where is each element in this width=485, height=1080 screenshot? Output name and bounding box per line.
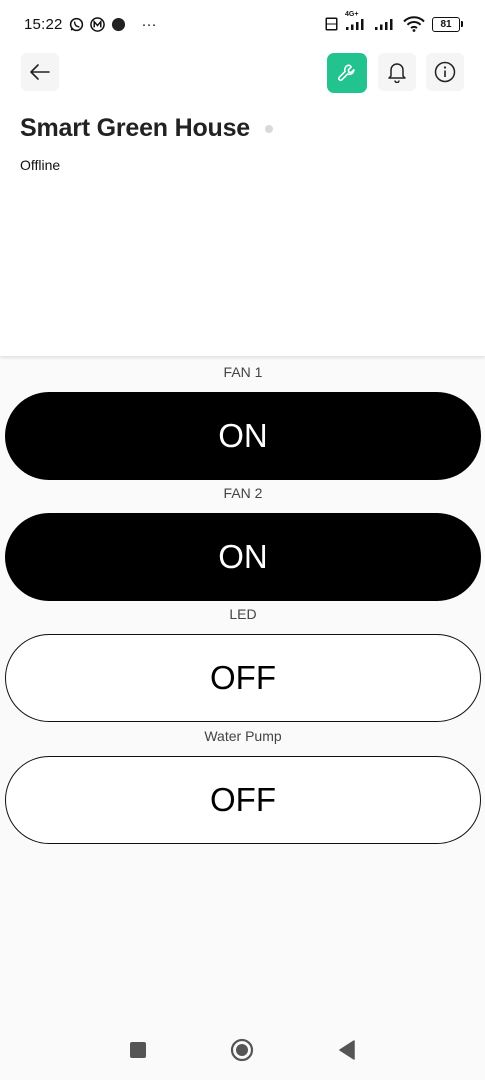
bell-icon — [388, 63, 406, 83]
battery-tip — [461, 21, 463, 27]
network-type-label: 4G+ — [345, 11, 359, 18]
back-nav-button[interactable] — [335, 1038, 359, 1062]
wifi-icon — [403, 16, 425, 32]
control-fan-1: FAN 1 ON — [5, 364, 481, 480]
notifications-button[interactable] — [378, 53, 416, 91]
wrench-icon — [338, 64, 355, 81]
page-title: Smart Green House — [20, 114, 251, 142]
back-arrow-icon — [30, 64, 50, 80]
connection-status-text: Offline — [20, 157, 61, 173]
system-navigation-bar — [0, 1022, 485, 1080]
device-header: Smart Green House Offline — [0, 48, 485, 356]
info-button[interactable] — [426, 53, 464, 91]
status-bar-left: 15:22 ··· — [24, 16, 157, 33]
status-bar-right: 4G+ 81 — [325, 11, 463, 32]
fan-2-switch-button[interactable]: ON — [5, 513, 481, 601]
fan-1-switch-button[interactable]: ON — [5, 392, 481, 480]
recents-square-icon — [130, 1042, 146, 1058]
recents-button[interactable] — [126, 1038, 150, 1062]
signal-icon-2 — [374, 17, 396, 31]
dashboard-content: FAN 1 ON FAN 2 ON LED OFF Water Pump OFF — [0, 356, 485, 1022]
led-switch-button[interactable]: OFF — [5, 634, 481, 722]
control-label: LED — [229, 606, 257, 622]
control-fan-2: FAN 2 ON — [5, 485, 481, 601]
water-pump-switch-button[interactable]: OFF — [5, 756, 481, 844]
status-bar: 15:22 ··· 4G+ 81 — [0, 0, 485, 48]
more-notifications-icon: ··· — [141, 15, 157, 33]
control-label: FAN 1 — [223, 364, 263, 380]
control-label: FAN 2 — [223, 485, 263, 501]
title-row: Smart Green House — [20, 114, 274, 143]
whatsapp-icon — [69, 17, 84, 32]
app-m-icon — [89, 16, 105, 32]
home-button[interactable] — [230, 1038, 254, 1062]
battery-level: 81 — [432, 16, 460, 32]
back-button[interactable] — [21, 53, 59, 91]
home-circle-icon — [230, 1038, 254, 1062]
back-triangle-icon — [339, 1040, 355, 1060]
battery-icon: 81 — [432, 16, 463, 32]
control-water-pump: Water Pump OFF — [5, 728, 481, 844]
control-label: Water Pump — [204, 728, 282, 744]
settings-wrench-button[interactable] — [327, 53, 367, 93]
status-time: 15:22 — [24, 15, 63, 33]
notification-dot-icon — [111, 17, 126, 32]
control-led: LED OFF — [5, 606, 481, 722]
info-icon — [434, 61, 456, 83]
volte-icon — [325, 17, 338, 31]
signal-icon: 4G+ — [345, 11, 367, 31]
connection-status-dot — [265, 124, 274, 133]
